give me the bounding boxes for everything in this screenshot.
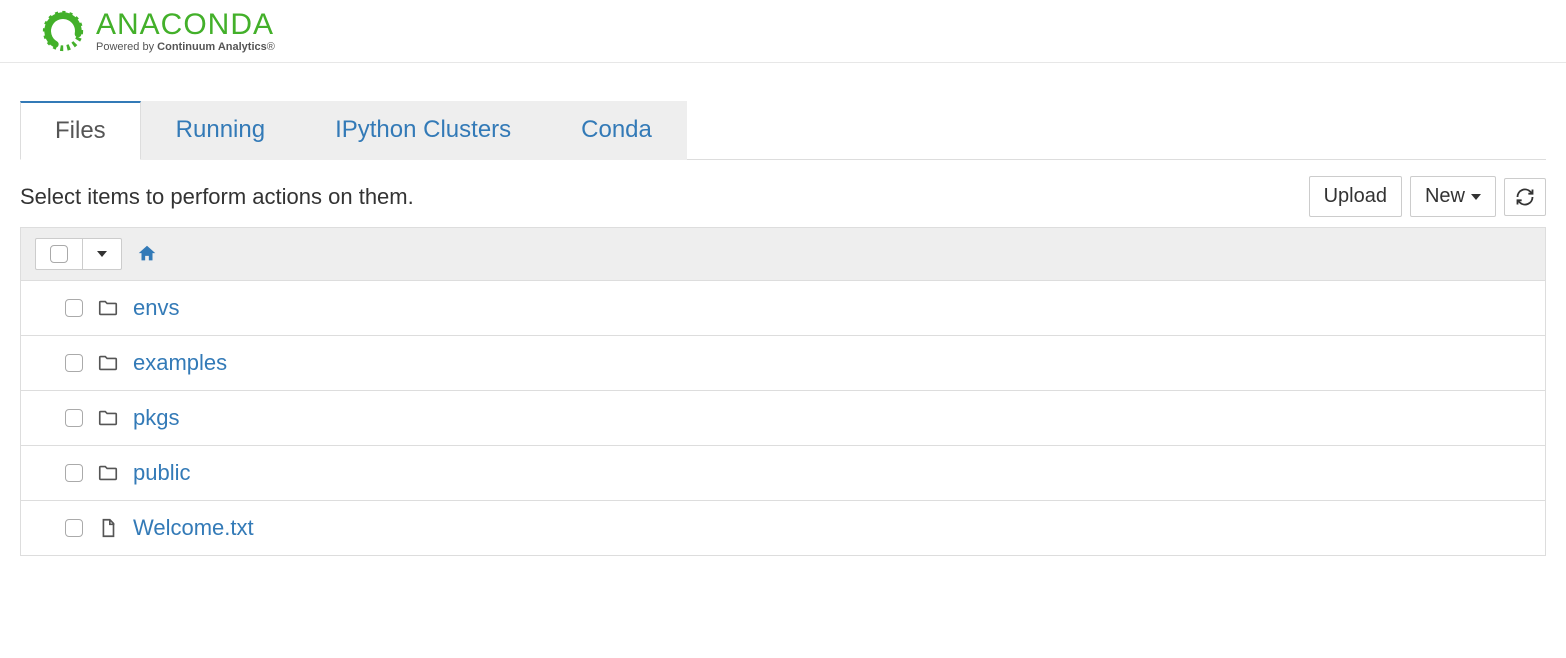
item-link[interactable]: envs <box>133 295 179 321</box>
folder-icon <box>97 297 119 319</box>
row-checkbox[interactable] <box>65 519 83 537</box>
new-button-label: New <box>1425 185 1465 208</box>
anaconda-logo-icon <box>40 8 86 54</box>
select-all-checkbox[interactable] <box>36 239 82 269</box>
new-dropdown-button[interactable]: New <box>1410 176 1496 217</box>
brand-name: ANACONDA <box>96 10 275 40</box>
brand-text: ANACONDA Powered by Continuum Analytics® <box>96 10 275 53</box>
brand-logo[interactable]: ANACONDA Powered by Continuum Analytics® <box>40 8 1566 54</box>
row-checkbox[interactable] <box>65 409 83 427</box>
file-list-panel: envs examples pkgs public Welcome.txt <box>20 227 1546 556</box>
select-all-group <box>35 238 122 270</box>
caret-down-icon <box>97 251 107 257</box>
refresh-icon <box>1515 187 1535 207</box>
folder-icon <box>97 407 119 429</box>
item-link[interactable]: pkgs <box>133 405 179 431</box>
app-header: ANACONDA Powered by Continuum Analytics® <box>0 0 1566 63</box>
select-menu-button[interactable] <box>82 239 121 269</box>
list-item: examples <box>21 335 1545 390</box>
tab-files[interactable]: Files <box>20 101 141 160</box>
upload-button[interactable]: Upload <box>1309 176 1402 217</box>
item-link[interactable]: examples <box>133 350 227 376</box>
row-checkbox[interactable] <box>65 299 83 317</box>
caret-down-icon <box>1471 194 1481 200</box>
file-list-header <box>21 228 1545 281</box>
row-checkbox[interactable] <box>65 354 83 372</box>
file-icon <box>97 517 119 539</box>
refresh-button[interactable] <box>1504 178 1546 216</box>
list-item: envs <box>21 281 1545 335</box>
checkbox-icon <box>50 245 68 263</box>
tab-running[interactable]: Running <box>141 101 300 160</box>
list-item: Welcome.txt <box>21 500 1545 555</box>
action-hint: Select items to perform actions on them. <box>20 184 414 210</box>
item-link[interactable]: Welcome.txt <box>133 515 254 541</box>
row-checkbox[interactable] <box>65 464 83 482</box>
list-item: public <box>21 445 1545 500</box>
file-toolbar: Select items to perform actions on them.… <box>20 160 1546 227</box>
list-item: pkgs <box>21 390 1545 445</box>
home-icon <box>136 243 158 265</box>
item-link[interactable]: public <box>133 460 190 486</box>
nav-tabs: FilesRunningIPython ClustersConda <box>20 101 1546 160</box>
breadcrumb-home[interactable] <box>136 243 158 265</box>
brand-tagline: Powered by Continuum Analytics® <box>96 42 275 53</box>
folder-icon <box>97 352 119 374</box>
tab-ipython-clusters[interactable]: IPython Clusters <box>300 101 546 160</box>
folder-icon <box>97 462 119 484</box>
tab-conda[interactable]: Conda <box>546 101 687 160</box>
